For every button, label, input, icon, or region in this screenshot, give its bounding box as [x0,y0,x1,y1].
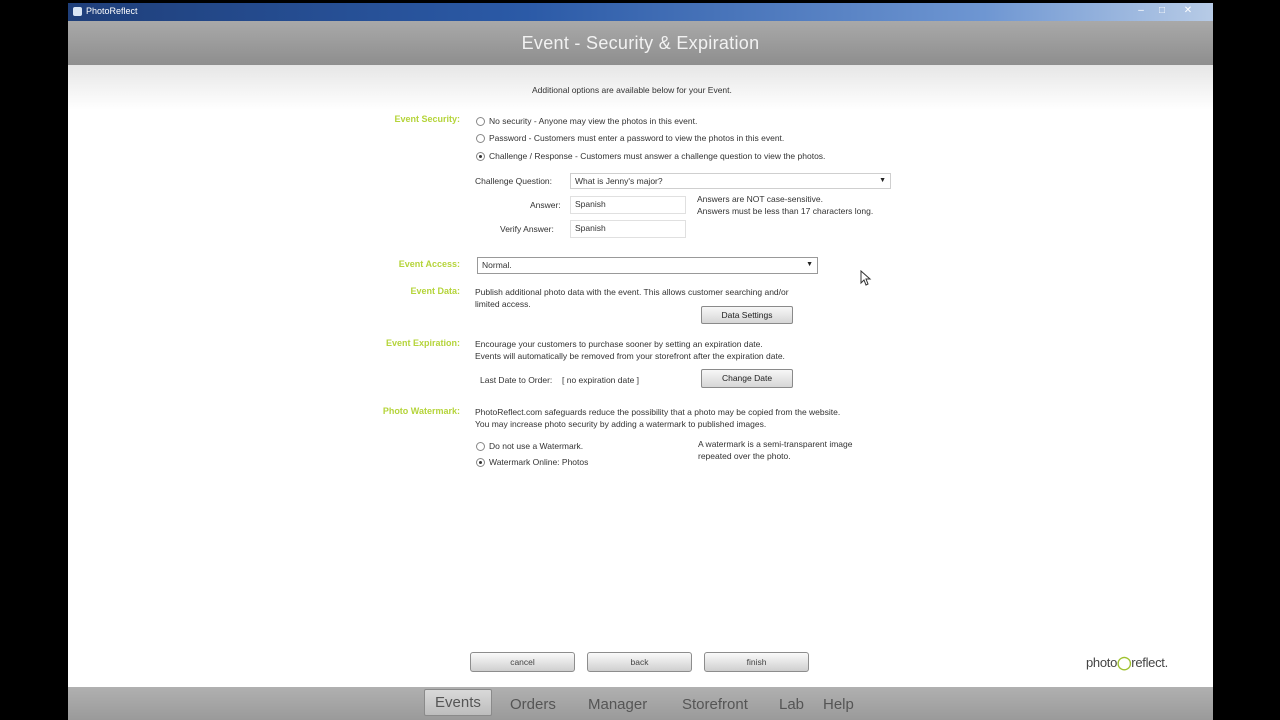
close-icon[interactable]: ✕ [1180,5,1196,16]
answer-hint-case: Answers are NOT case-sensitive. [697,194,823,204]
minimize-icon[interactable]: – [1133,5,1149,16]
app-window: PhotoReflect – □ ✕ Event - Security & Ex… [68,3,1213,720]
radio-no-security[interactable] [476,116,485,126]
app-icon [73,7,82,16]
event-access-select[interactable]: Normal. ▼ [477,257,818,274]
answer-field[interactable]: Spanish [570,196,686,214]
radio-watermark-online[interactable] [476,457,485,467]
event-expiration-label: Event Expiration: [385,338,460,348]
dropdown-arrow-icon: ▼ [879,177,886,184]
main-content: Additional options are available below f… [68,65,1213,687]
watermark-option-online[interactable]: Watermark Online: Photos [476,457,588,467]
intro-text: Additional options are available below f… [532,85,732,95]
challenge-question-select[interactable]: What is Jenny's major? ▼ [570,173,891,189]
verify-answer-field[interactable]: Spanish [570,220,686,238]
title-bar: PhotoReflect – □ ✕ [68,3,1213,21]
radio-no-watermark[interactable] [476,441,485,451]
verify-answer-label: Verify Answer: [500,224,554,234]
expiration-desc-2: Events will automatically be removed fro… [475,351,785,361]
nav-events[interactable]: Events [424,689,492,716]
watermark-desc-1: PhotoReflect.com safeguards reduce the p… [475,407,841,417]
nav-manager[interactable]: Manager [588,696,647,713]
watermark-note-2: repeated over the photo. [698,451,791,461]
event-security-label: Event Security: [394,114,460,124]
bottom-nav-bar: Events Orders Manager Storefront Lab Hel… [68,687,1213,720]
app-title: PhotoReflect [86,6,138,16]
dropdown-arrow-icon: ▼ [806,261,813,268]
nav-storefront[interactable]: Storefront [682,696,748,713]
radio-password[interactable] [476,133,485,143]
data-settings-button[interactable]: Data Settings [701,306,793,324]
nav-help[interactable]: Help [823,696,854,713]
logo-mark-icon: ◯ [1117,655,1132,670]
cancel-button[interactable]: cancel [470,652,575,672]
challenge-question-label: Challenge Question: [475,176,553,186]
photoreflect-logo: photo◯reflect. [1086,655,1168,670]
page-header: Event - Security & Expiration [68,21,1213,65]
event-data-desc-1: Publish additional photo data with the e… [475,287,789,297]
maximize-icon[interactable]: □ [1154,5,1170,16]
security-option-none[interactable]: No security - Anyone may view the photos… [476,116,697,126]
expiration-desc-1: Encourage your customers to purchase soo… [475,339,763,349]
nav-lab[interactable]: Lab [779,696,804,713]
radio-challenge[interactable] [476,151,485,161]
event-data-desc-2: limited access. [475,299,531,309]
watermark-desc-2: You may increase photo security by addin… [475,419,767,429]
answer-label: Answer: [530,200,561,210]
last-date-label: Last Date to Order: [480,375,553,385]
watermark-option-none[interactable]: Do not use a Watermark. [476,441,583,451]
watermark-note-1: A watermark is a semi-transparent image [698,439,853,449]
nav-orders[interactable]: Orders [510,696,556,713]
last-date-value: [ no expiration date ] [562,375,640,385]
page-title: Event - Security & Expiration [521,33,760,53]
mouse-cursor-icon [860,270,872,286]
finish-button[interactable]: finish [704,652,809,672]
back-button[interactable]: back [587,652,692,672]
security-option-challenge[interactable]: Challenge / Response - Customers must an… [476,151,825,161]
change-date-button[interactable]: Change Date [701,369,793,388]
event-data-label: Event Data: [410,286,460,296]
photo-watermark-label: Photo Watermark: [382,406,460,416]
answer-hint-length: Answers must be less than 17 characters … [697,206,874,216]
event-access-label: Event Access: [398,259,460,269]
security-option-password[interactable]: Password - Customers must enter a passwo… [476,133,784,143]
